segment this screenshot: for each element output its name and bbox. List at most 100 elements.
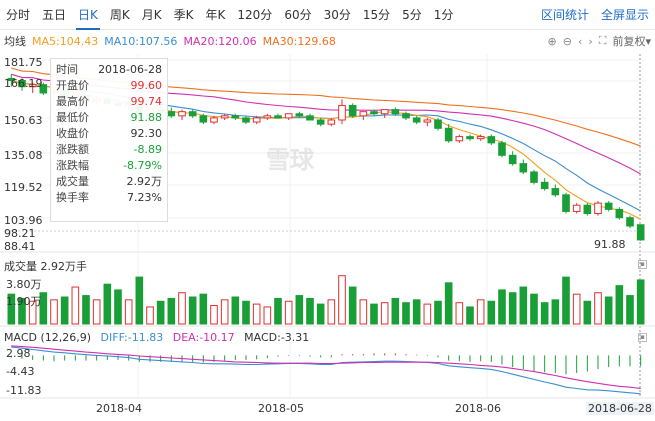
volume-bar <box>594 292 602 325</box>
volume-bar <box>359 299 368 325</box>
volume-bar <box>146 306 154 325</box>
tooltip-row: 涨跌幅 -8.79% <box>56 158 162 174</box>
last-price-label: 91.88 <box>594 238 626 251</box>
macd-title: MACD (12,26,9) <box>4 331 92 344</box>
volume-bar <box>487 300 496 325</box>
tooltip-value: 2018-06-28 <box>98 63 162 76</box>
tooltip-value: -8.89 <box>133 143 162 156</box>
candle-body <box>455 136 464 142</box>
volume-bar <box>124 299 133 325</box>
tooltip-row: 成交量 2.92万 <box>56 174 162 190</box>
candle-body <box>263 115 272 119</box>
price-axis-label: 135.08 <box>4 149 43 162</box>
candle-body <box>274 115 282 119</box>
candle-body <box>551 188 560 196</box>
candle-body <box>348 104 357 117</box>
price-axis-label: 166.19 <box>4 77 43 90</box>
price-axis-label: 88.41 <box>4 240 36 253</box>
candle-body <box>327 119 336 125</box>
candle-body <box>562 194 570 212</box>
x-label-apr: 2018-04 <box>96 402 142 415</box>
volume-bar <box>114 289 122 325</box>
volume-bar <box>604 296 613 325</box>
volume-bar <box>220 299 229 325</box>
tooltip-key: 换手率 <box>56 191 89 204</box>
candle-body <box>434 119 442 129</box>
candle-body <box>508 154 517 165</box>
candle-body <box>487 136 496 144</box>
volume-bar <box>188 296 197 325</box>
candle-body <box>583 204 592 215</box>
tooltip-key: 开盘价 <box>56 79 89 92</box>
candle-body <box>284 113 293 119</box>
tooltip-value: 92.30 <box>130 127 163 140</box>
volume-bar <box>50 299 58 325</box>
candle-body <box>476 136 485 140</box>
candle-body <box>167 111 176 117</box>
volume-bar <box>306 297 314 325</box>
candle-body <box>530 171 538 183</box>
candle-body <box>316 119 325 125</box>
tooltip-key: 涨跌幅 <box>56 159 89 172</box>
tooltip-row: 开盘价 99.60 <box>56 78 162 94</box>
candle-body <box>178 111 186 117</box>
x-label-may: 2018-05 <box>258 402 304 415</box>
tooltip-row: 最高价 99.74 <box>56 94 162 110</box>
volume-bar <box>476 299 485 325</box>
x-label-jun: 2018-06 <box>455 402 501 415</box>
macd-collapse-icon[interactable]: ▪ <box>638 333 647 342</box>
volume-axis-max: 3.80万 <box>6 278 42 291</box>
tooltip-key: 成交量 <box>56 175 89 188</box>
volume-bar <box>572 293 581 325</box>
volume-bar <box>530 293 538 325</box>
volume-bar <box>167 297 176 325</box>
volume-bar <box>466 306 474 325</box>
volume-bar <box>178 292 186 325</box>
volume-bar <box>135 276 144 325</box>
volume-bar <box>380 302 389 325</box>
volume-bar <box>583 300 592 325</box>
volume-title: 成交量 2.92万手 <box>4 260 87 273</box>
volume-bar <box>60 296 69 325</box>
candle-body <box>188 111 197 117</box>
volume-bar <box>284 300 293 325</box>
volume-bar <box>562 276 570 325</box>
macd-axis-bottom: -11.83 <box>6 384 42 397</box>
volume-collapse-icon[interactable]: ▪ <box>638 260 647 269</box>
candle-body <box>231 115 240 119</box>
macd-axis-top: 2.98 <box>6 347 31 360</box>
volume-bar <box>615 285 624 325</box>
volume-bar <box>636 279 645 325</box>
candle-body <box>604 202 613 210</box>
price-axis-label: 98.21 <box>4 227 36 240</box>
volume-bar <box>252 303 261 325</box>
volume-bar <box>626 295 634 325</box>
tooltip-key: 时间 <box>56 63 78 76</box>
candle-body <box>252 117 261 123</box>
tooltip-value: 91.88 <box>130 111 163 124</box>
candle-body <box>423 119 432 123</box>
volume-bar <box>348 286 357 325</box>
volume-bar <box>82 295 90 325</box>
candle-body <box>220 115 229 119</box>
candle-body <box>572 204 581 212</box>
volume-bar <box>92 299 101 325</box>
candle-body <box>412 117 421 123</box>
volume-bar <box>519 286 528 325</box>
candle-tooltip: 时间 2018-06-28 开盘价 99.60 最高价 99.74 最低价 91.88 收盘价 9… <box>50 58 168 222</box>
candle-body <box>380 109 389 115</box>
tooltip-key: 涨跌额 <box>56 143 89 156</box>
current-date-label: 2018-06-28 <box>586 402 654 415</box>
candle-body <box>391 109 400 115</box>
volume-bar <box>210 305 218 325</box>
macd-dea: DEA:-10.17 <box>172 331 235 344</box>
tooltip-value: 99.60 <box>130 79 163 92</box>
tooltip-row: 收盘价 92.30 <box>56 126 162 142</box>
volume-bar <box>327 299 336 325</box>
price-axis-label: 103.96 <box>4 214 43 227</box>
volume-bar <box>391 297 400 325</box>
volume-bar <box>156 300 165 325</box>
volume-bar <box>338 275 346 325</box>
tooltip-value: 99.74 <box>130 95 163 108</box>
tooltip-value: -8.79% <box>123 159 162 172</box>
